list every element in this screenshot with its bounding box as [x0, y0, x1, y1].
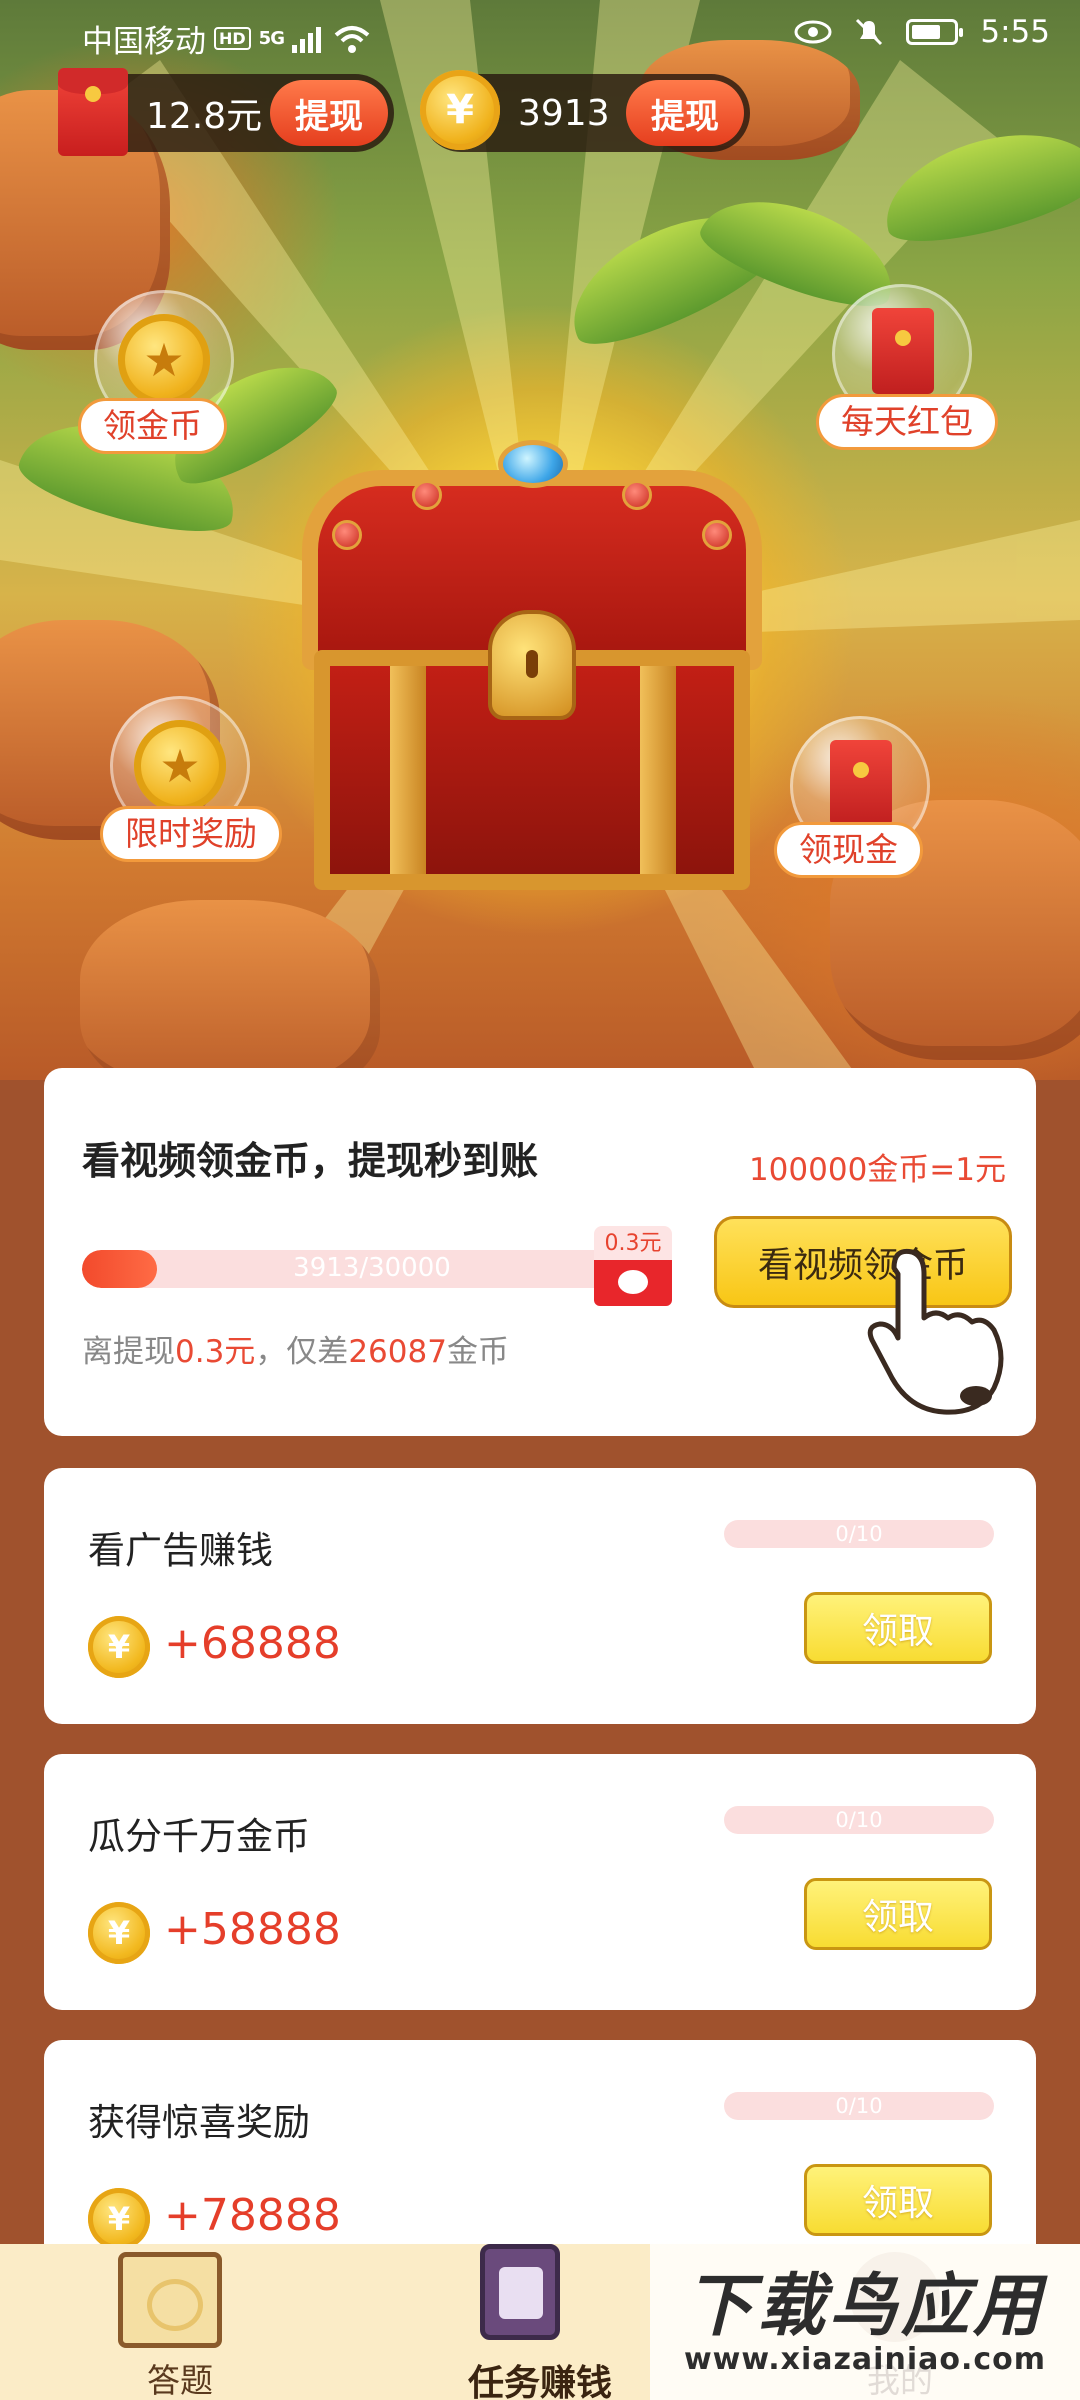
claim-button[interactable]: 领取 — [804, 1592, 992, 1664]
pointing-hand-icon — [867, 1248, 1004, 1415]
coin-icon: ¥ — [88, 1902, 150, 1964]
deficit-amount: 0.3元 — [175, 1334, 256, 1370]
coin-amount: 3913 — [518, 92, 610, 134]
hd-badge: HD — [214, 27, 251, 50]
wifi-icon — [334, 25, 370, 53]
chest-stud — [702, 520, 732, 550]
task-card: 瓜分千万金币 0/10 ¥ +58888 领取 — [44, 1754, 1036, 2010]
signal-icon: 5G — [258, 28, 285, 49]
chest-stud — [622, 480, 652, 510]
exchange-rate: 100000金币=1元 — [748, 1152, 1006, 1188]
nav-label: 答题 — [147, 2361, 213, 2400]
wechat-icon — [594, 1260, 672, 1306]
eye-icon — [794, 20, 832, 44]
task-card: 看广告赚钱 0/10 ¥ +68888 领取 — [44, 1468, 1036, 1724]
bubble-label: 每天红包 — [816, 394, 998, 450]
red-envelope-icon — [830, 740, 892, 826]
watch-video-card: 看视频领金币，提现秒到账 100000金币=1元 3913/30000 0.3元… — [44, 1068, 1036, 1436]
nav-label: 任务赚钱 — [467, 2363, 612, 2400]
carrier-name: 中国移动 — [82, 24, 206, 60]
chest-stud — [332, 520, 362, 550]
task-reward: +78888 — [164, 2190, 341, 2241]
chest-stud — [412, 480, 442, 510]
chest-band — [640, 666, 676, 874]
task-title: 看广告赚钱 — [88, 1529, 273, 1572]
red-envelope-icon — [872, 308, 934, 394]
coin-withdraw-button[interactable]: 提现 — [626, 80, 744, 146]
chest-band — [390, 666, 426, 874]
watermark-url: www.xiazainiao.com — [683, 2342, 1047, 2377]
claim-button[interactable]: 领取 — [804, 1878, 992, 1950]
task-reward: +68888 — [164, 1618, 341, 1669]
cash-balance-pill: 12.8元 提现 — [58, 68, 394, 156]
nav-item-tasks[interactable]: 任务赚钱 — [430, 2244, 650, 2400]
task-progress-text: 0/10 — [835, 1808, 883, 1832]
scroll-icon — [118, 2252, 222, 2348]
cell-signal-icon — [291, 26, 321, 53]
mute-bell-icon — [856, 18, 883, 46]
progress-goal: 0.3元 — [594, 1226, 674, 1308]
task-reward: +58888 — [164, 1904, 341, 1955]
bubble-label: 领现金 — [774, 822, 923, 878]
task-pencil-icon — [480, 2244, 560, 2340]
red-envelope-icon — [58, 68, 128, 156]
cash-amount: 12.8元 — [146, 96, 263, 137]
coin-icon: ¥ — [420, 70, 500, 150]
goal-amount: 0.3元 — [594, 1226, 672, 1262]
deficit-middle: ，仅差 — [255, 1334, 349, 1370]
task-progress-bar: 0/10 — [724, 1520, 994, 1548]
task-progress-text: 0/10 — [835, 1522, 883, 1546]
lock-icon — [488, 610, 576, 720]
bubble-label: 限时奖励 — [100, 806, 282, 862]
withdraw-deficit-text: 离提现0.3元，仅差26087金币 — [82, 1326, 509, 1371]
coin-balance-pill: ¥ 3913 提现 — [420, 70, 750, 152]
bubble-label: 领金币 — [78, 398, 227, 454]
hero-scene — [0, 0, 1080, 1080]
task-title: 获得惊喜奖励 — [88, 2101, 310, 2144]
battery-icon — [906, 19, 964, 45]
clock: 5:55 — [980, 14, 1050, 50]
deficit-coins: 26087 — [348, 1334, 447, 1370]
card-title: 看视频领金币，提现秒到账 — [82, 1139, 539, 1183]
star-coin-icon: ★ — [134, 720, 226, 812]
claim-button[interactable]: 领取 — [804, 2164, 992, 2236]
watermark-title: 下载鸟应用 — [684, 2267, 1045, 2346]
coin-icon: ¥ — [88, 1616, 150, 1678]
nav-item-quiz[interactable]: 答题 — [70, 2244, 290, 2400]
treasure-chest[interactable] — [292, 440, 772, 910]
task-progress-bar: 0/10 — [724, 1806, 994, 1834]
star-coin-icon: ★ — [118, 314, 210, 406]
status-bar: 中国移动 HD 5G 5:55 — [0, 0, 1080, 72]
deficit-suffix: 金币 — [446, 1334, 509, 1370]
deficit-prefix: 离提现 — [82, 1334, 175, 1370]
coin-icon: ¥ — [88, 2188, 150, 2250]
gem-icon — [498, 440, 568, 488]
coin-progress-bar: 3913/30000 — [82, 1250, 662, 1288]
rock-decoration — [80, 900, 380, 1080]
progress-text: 3913/30000 — [293, 1253, 451, 1283]
cash-withdraw-button[interactable]: 提现 — [270, 80, 388, 146]
task-progress-bar: 0/10 — [724, 2092, 994, 2120]
task-title: 瓜分千万金币 — [88, 1815, 310, 1858]
task-progress-text: 0/10 — [835, 2094, 883, 2118]
watermark: 下载鸟应用 www.xiazainiao.com — [650, 2244, 1080, 2400]
